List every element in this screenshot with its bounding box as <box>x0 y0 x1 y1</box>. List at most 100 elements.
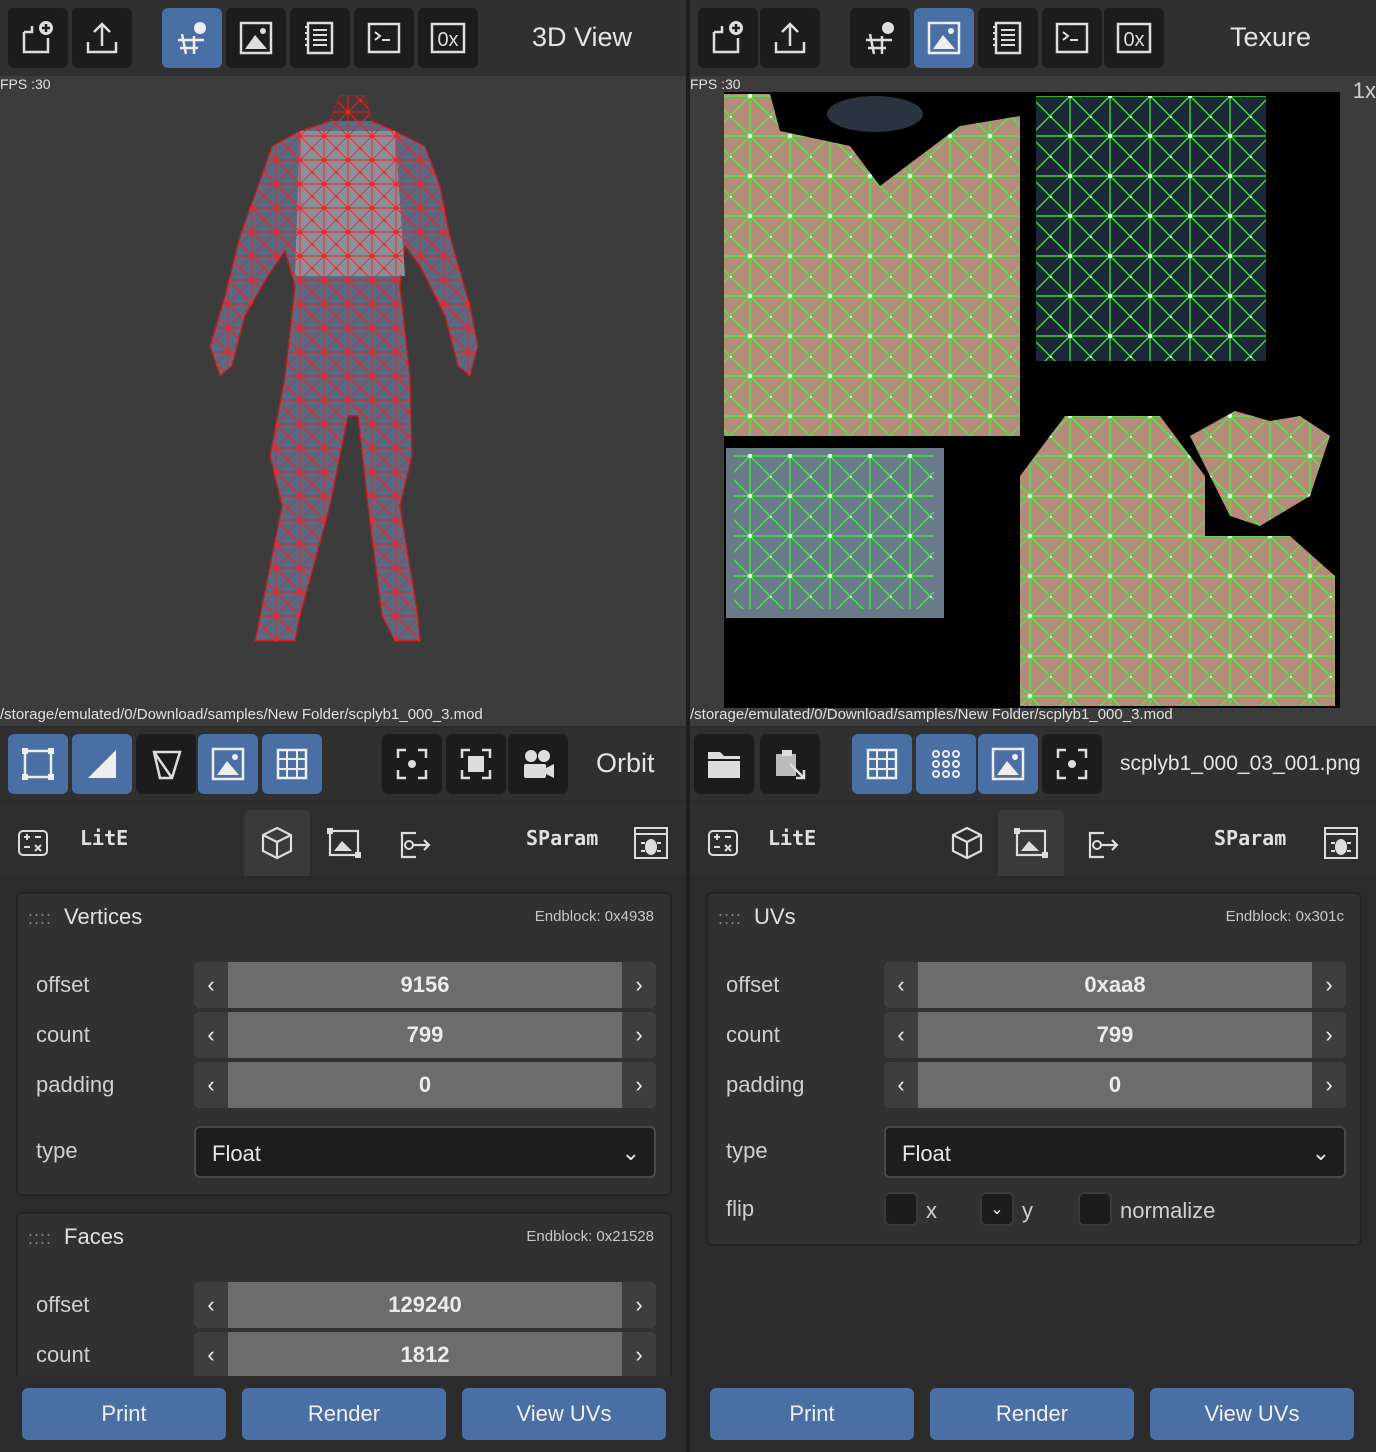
increment-button[interactable]: › <box>622 1282 656 1328</box>
flip-x-checkbox[interactable] <box>884 1192 918 1226</box>
type-select[interactable]: Float ⌄ <box>194 1126 656 1178</box>
import-button[interactable] <box>760 734 820 794</box>
variables-tab[interactable] <box>6 810 60 876</box>
debug-tab[interactable] <box>624 810 678 876</box>
export-tab[interactable] <box>382 810 446 876</box>
uv-viewport[interactable] <box>690 76 1376 726</box>
offset-value[interactable]: 129240 <box>228 1292 622 1318</box>
image-button[interactable] <box>914 8 974 68</box>
offset-label: offset <box>36 1292 90 1317</box>
terminal-button[interactable] <box>354 8 414 68</box>
lite-label[interactable]: LitE <box>80 826 128 850</box>
count-value[interactable]: 799 <box>918 1022 1312 1048</box>
bounding-box-button[interactable] <box>8 734 68 794</box>
view-uvs-button[interactable]: View UVs <box>1150 1388 1354 1440</box>
new-file-icon <box>712 21 743 54</box>
count-stepper[interactable]: ‹ 799 › <box>884 1012 1346 1058</box>
upload-button[interactable] <box>760 8 820 68</box>
render-button[interactable]: Render <box>930 1388 1134 1440</box>
offset-stepper[interactable]: ‹ 0xaa8 › <box>884 962 1346 1008</box>
new-file-button[interactable] <box>8 8 68 68</box>
padding-value[interactable]: 0 <box>918 1072 1312 1098</box>
skeleton-button[interactable] <box>850 8 910 68</box>
variables-tab[interactable] <box>696 810 750 876</box>
new-file-button[interactable] <box>698 8 758 68</box>
sparam-label[interactable]: SParam <box>526 826 598 850</box>
shading-button[interactable] <box>72 734 132 794</box>
fit-button[interactable] <box>446 734 506 794</box>
offset-value[interactable]: 9156 <box>228 972 622 998</box>
count-value[interactable]: 799 <box>228 1022 622 1048</box>
decrement-button[interactable]: ‹ <box>194 1332 228 1378</box>
increment-button[interactable]: › <box>622 1062 656 1108</box>
increment-button[interactable]: › <box>1312 962 1346 1008</box>
open-folder-button[interactable] <box>694 734 754 794</box>
wireframe-button[interactable] <box>136 734 196 794</box>
terminal-button[interactable] <box>1042 8 1102 68</box>
grid-button[interactable] <box>262 734 322 794</box>
fit-icon <box>460 748 492 780</box>
debug-tab[interactable] <box>1314 810 1368 876</box>
upload-icon <box>86 22 118 54</box>
focus-button[interactable] <box>1042 734 1102 794</box>
increment-button[interactable]: › <box>622 1012 656 1058</box>
upload-button[interactable] <box>72 8 132 68</box>
count-stepper[interactable]: ‹ 1812 › <box>194 1332 656 1378</box>
texture-button[interactable] <box>978 734 1038 794</box>
points-button[interactable] <box>916 734 976 794</box>
increment-button[interactable]: › <box>622 962 656 1008</box>
image-button[interactable] <box>226 8 286 68</box>
padding-stepper[interactable]: ‹ 0 › <box>884 1062 1346 1108</box>
padding-stepper[interactable]: ‹ 0 › <box>194 1062 656 1108</box>
decrement-button[interactable]: ‹ <box>194 1062 228 1108</box>
camera-button[interactable] <box>508 734 568 794</box>
type-select[interactable]: Float ⌄ <box>884 1126 1346 1178</box>
decrement-button[interactable]: ‹ <box>884 1062 918 1108</box>
print-button[interactable]: Print <box>22 1388 226 1440</box>
skeleton-button[interactable] <box>162 8 222 68</box>
offset-row: offset ‹ 0xaa8 › <box>724 962 1348 1010</box>
chevron-down-icon: ⌄ <box>1311 1140 1330 1165</box>
lite-label[interactable]: LitE <box>768 826 816 850</box>
debug-icon <box>634 827 668 859</box>
export-tab[interactable] <box>1070 810 1134 876</box>
print-button[interactable]: Print <box>710 1388 914 1440</box>
decrement-button[interactable]: ‹ <box>194 1282 228 1328</box>
render-button[interactable]: Render <box>242 1388 446 1440</box>
increment-button[interactable]: › <box>1312 1012 1346 1058</box>
count-value[interactable]: 1812 <box>228 1342 622 1368</box>
image-icon <box>239 21 273 55</box>
3d-viewport[interactable] <box>0 76 686 726</box>
offset-stepper[interactable]: ‹ 129240 › <box>194 1282 656 1328</box>
sparam-label[interactable]: SParam <box>1214 826 1286 850</box>
decrement-button[interactable]: ‹ <box>194 1012 228 1058</box>
decrement-button[interactable]: ‹ <box>194 962 228 1008</box>
drag-handle-icon[interactable]: :::: <box>28 908 52 928</box>
notes-button[interactable] <box>978 8 1038 68</box>
mesh-tab[interactable] <box>244 810 310 876</box>
decrement-button[interactable]: ‹ <box>884 1012 918 1058</box>
drag-handle-icon[interactable]: :::: <box>718 908 742 928</box>
count-stepper[interactable]: ‹ 799 › <box>194 1012 656 1058</box>
flip-y-checkbox[interactable]: ⌄ <box>980 1192 1014 1226</box>
notes-button[interactable] <box>290 8 350 68</box>
grid-button[interactable] <box>852 734 912 794</box>
texture-button[interactable] <box>198 734 258 794</box>
hex-button[interactable]: 0x <box>1104 8 1164 68</box>
increment-button[interactable]: › <box>1312 1062 1346 1108</box>
drag-handle-icon[interactable]: :::: <box>28 1228 52 1248</box>
mesh-tab[interactable] <box>934 810 1000 876</box>
decrement-button[interactable]: ‹ <box>884 962 918 1008</box>
endblock-label: Endblock: 0x21528 <box>526 1228 654 1245</box>
focus-button[interactable] <box>382 734 442 794</box>
texture-tab[interactable] <box>998 810 1064 876</box>
hex-button[interactable]: 0x <box>418 8 478 68</box>
normalize-checkbox[interactable] <box>1078 1192 1112 1226</box>
increment-button[interactable]: › <box>622 1332 656 1378</box>
texture-tab[interactable] <box>312 810 376 876</box>
padding-value[interactable]: 0 <box>228 1072 622 1098</box>
offset-value[interactable]: 0xaa8 <box>918 972 1312 998</box>
offset-stepper[interactable]: ‹ 9156 › <box>194 962 656 1008</box>
view-uvs-button[interactable]: View UVs <box>462 1388 666 1440</box>
flip-x-label: x <box>926 1198 937 1223</box>
